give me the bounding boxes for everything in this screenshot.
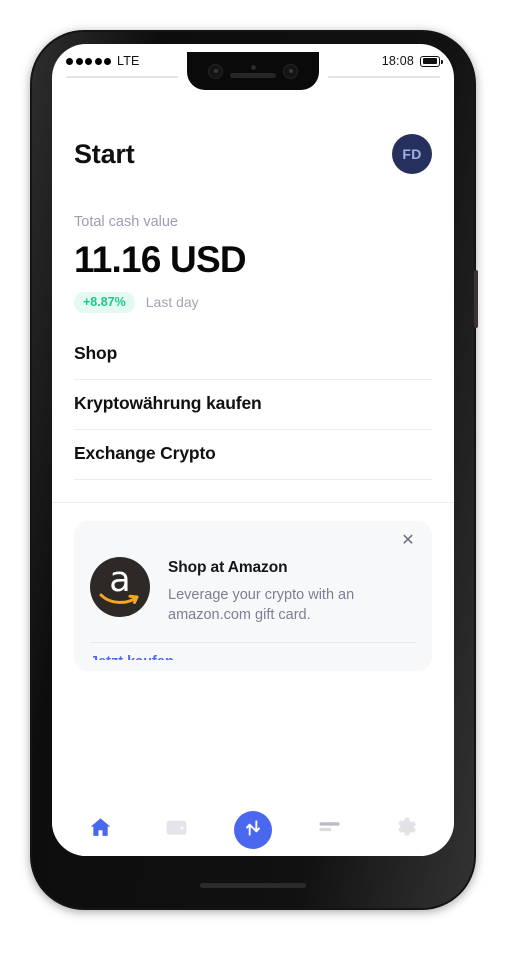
- nav-wallet[interactable]: [154, 810, 200, 850]
- main-content: Start FD Total cash value 11.16 USD +8.8…: [52, 96, 454, 804]
- promo-inner-divider: [90, 641, 416, 643]
- avatar[interactable]: FD: [392, 134, 432, 174]
- menu-item-exchange-crypto[interactable]: Exchange Crypto: [74, 430, 432, 479]
- carrier-label: LTE: [117, 54, 140, 68]
- promo-description: Leverage your crypto with an amazon.com …: [168, 586, 355, 624]
- phone-frame: LTE 18:08 Start FD Total cash value 11.1…: [30, 30, 478, 910]
- phone-bottom-speaker-grille: [200, 883, 306, 888]
- menu-item-shop[interactable]: Shop: [74, 330, 432, 379]
- clock-battery-group: 18:08: [381, 53, 444, 69]
- close-icon[interactable]: ✕: [398, 531, 418, 551]
- status-bar: LTE 18:08: [52, 44, 454, 96]
- promo-card-amazon[interactable]: ✕ a Shop at Amazon Leverage your crypto …: [74, 520, 432, 671]
- phone-side-button[interactable]: [474, 270, 478, 328]
- promo-card-body: a Shop at Amazon Leverage your crypto wi…: [90, 535, 416, 626]
- balance-change-period: Last day: [145, 294, 199, 311]
- balance-change-row: +8.87% Last day: [74, 292, 432, 313]
- balance-value: 11.16 USD: [74, 239, 247, 280]
- promo-cta-link[interactable]: Jetzt kaufen: [90, 654, 416, 660]
- wallet-icon: [164, 815, 189, 845]
- status-bar-right: 18:08: [310, 44, 444, 78]
- menu-item-buy-crypto[interactable]: Kryptowährung kaufen: [74, 380, 432, 429]
- screenshot-root: LTE 18:08 Start FD Total cash value 11.1…: [0, 0, 506, 970]
- promo-title: Shop at Amazon: [168, 558, 288, 576]
- exchange-fab[interactable]: [233, 811, 272, 849]
- promo-area: ✕ a Shop at Amazon Leverage your crypto …: [74, 503, 432, 671]
- status-bar-rule-left: [66, 76, 178, 78]
- page-header: Start FD: [74, 96, 432, 174]
- quick-actions-menu: Shop Kryptowährung kaufen Exchange Crypt…: [74, 330, 432, 480]
- home-icon: [88, 815, 113, 845]
- credit-card-icon: [317, 815, 342, 845]
- nav-settings[interactable]: [383, 810, 429, 850]
- gear-icon: [393, 815, 418, 845]
- battery-full-icon: [420, 55, 444, 67]
- signal-strength-icon: [66, 57, 111, 65]
- promo-text-block: Shop at Amazon Leverage your crypto with…: [168, 557, 368, 626]
- balance-label: Total cash value: [74, 214, 178, 230]
- nav-card[interactable]: [306, 810, 352, 850]
- status-clock: 18:08: [381, 54, 414, 68]
- page-title: Start: [74, 138, 135, 169]
- exchange-arrows-icon: [243, 818, 263, 843]
- status-bar-rule-right: [328, 76, 440, 78]
- nav-home[interactable]: [77, 810, 123, 850]
- signal-group: LTE: [66, 53, 140, 69]
- phone-screen: LTE 18:08 Start FD Total cash value 11.1…: [52, 44, 454, 856]
- status-badge: +8.87%: [74, 292, 135, 313]
- bottom-navigation-bar: [52, 804, 454, 856]
- status-bar-left: LTE: [66, 44, 196, 78]
- nav-exchange[interactable]: [230, 810, 276, 850]
- amazon-logo-icon: a: [90, 556, 150, 617]
